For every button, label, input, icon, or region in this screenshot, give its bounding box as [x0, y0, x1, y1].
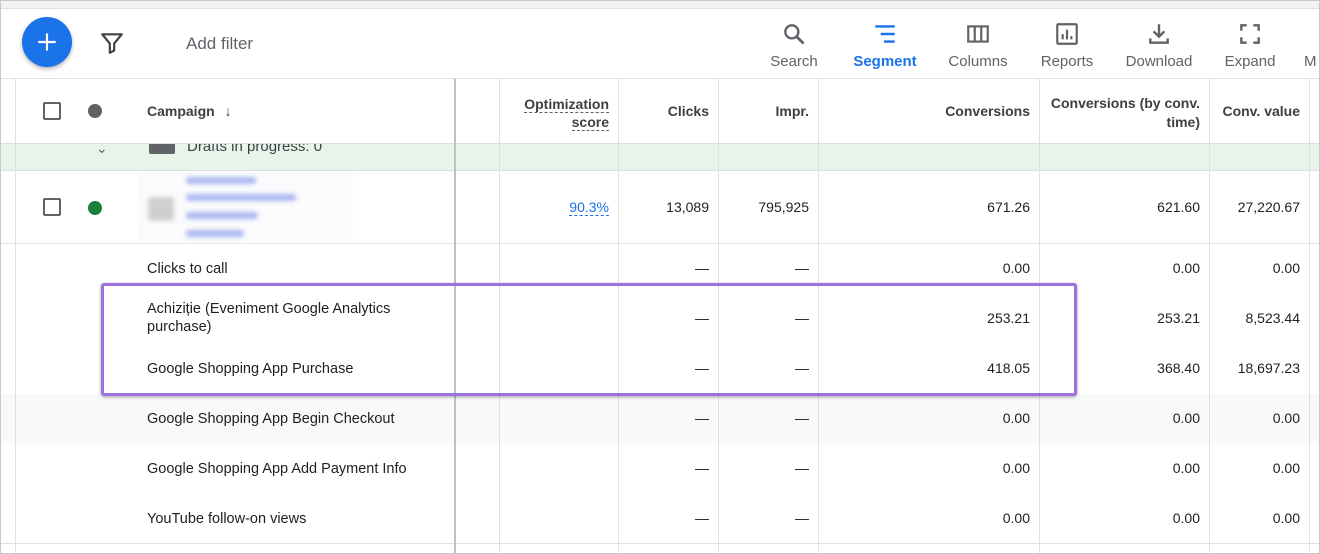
reports-tool-label: Reports — [1040, 53, 1094, 70]
segment-clicks: — — [695, 260, 709, 276]
reports-tool[interactable]: Reports — [1022, 17, 1112, 77]
status-enabled-dot — [88, 201, 102, 215]
segment-conv-by-time: 0.00 — [1172, 410, 1200, 426]
segment-tool-label: Segment — [853, 53, 917, 70]
segment-clicks: — — [695, 510, 709, 526]
segment-name: Google Shopping App Begin Checkout — [147, 411, 395, 427]
campaign-thumbnail — [148, 197, 174, 221]
segment-conv-value: 0.00 — [1272, 260, 1300, 276]
campaign-header-label: Campaign — [147, 103, 215, 119]
table-row: Google Shopping App Begin Checkout — — 0… — [1, 394, 1319, 444]
expand-icon — [1240, 24, 1260, 44]
campaign-row-checkbox[interactable] — [43, 198, 61, 216]
segment-conversions: 0.00 — [1002, 410, 1030, 426]
highlight-box — [101, 283, 1077, 396]
campaign-conv-by-time: 621.60 — [1157, 199, 1200, 215]
conversions-header[interactable]: Conversions — [945, 103, 1030, 119]
segment-conv-by-time: 0.00 — [1172, 260, 1200, 276]
drafts-label: Drafts in progress: 0 — [187, 144, 323, 155]
segment-impr: — — [795, 510, 809, 526]
search-tool-label: Search — [770, 53, 818, 70]
campaign-impr: 795,925 — [758, 199, 809, 215]
expand-tool[interactable]: Expand — [1205, 17, 1295, 77]
campaign-table-view: Add filter Search Segment Columns Report… — [0, 0, 1320, 554]
drafts-row[interactable]: ⌄ Drafts in progress: 0 — [1, 144, 1319, 171]
segment-impr: — — [795, 260, 809, 276]
table-row: YouTube follow-on views — — 0.00 0.00 0.… — [1, 494, 1319, 544]
segment-name: Google Shopping App Add Payment Info — [147, 461, 407, 477]
segment-conv-by-time: 0.00 — [1172, 510, 1200, 526]
table-row: Google Shopping App Add Payment Info — —… — [1, 444, 1319, 494]
select-all-checkbox[interactable] — [43, 102, 61, 120]
download-tool[interactable]: Download — [1114, 17, 1204, 77]
impr-header[interactable]: Impr. — [776, 103, 809, 119]
more-tool[interactable]: M — [1304, 17, 1319, 77]
download-icon — [1149, 24, 1169, 44]
columns-icon — [967, 25, 989, 43]
reports-icon — [1056, 23, 1078, 45]
segment-conv-value: 18,697.23 — [1237, 360, 1300, 376]
expand-tool-label: Expand — [1224, 53, 1276, 70]
columns-tool-label: Columns — [948, 53, 1008, 70]
opt-score-header-line1: Optimization — [524, 96, 609, 113]
segment-conv-by-time: 253.21 — [1157, 310, 1200, 326]
status-header-dot — [88, 104, 102, 118]
opt-score-link[interactable]: 90.3% — [569, 199, 609, 216]
redacted-campaign-name[interactable] — [138, 173, 353, 243]
conv-by-time-header-line1: Conversions (by conv. — [1050, 95, 1200, 111]
more-tool-label: M — [1304, 53, 1317, 70]
opt-score-header[interactable]: Optimization score — [524, 95, 609, 131]
arrow-down-icon: ↓ — [224, 103, 232, 119]
toolbar: Add filter Search Segment Columns Report… — [1, 9, 1319, 79]
segment-conv-value: 8,523.44 — [1245, 310, 1301, 326]
blurred-text — [186, 212, 258, 219]
column-divider — [1309, 79, 1310, 553]
segment-icon — [875, 25, 895, 43]
segment-conv-by-time: 368.40 — [1157, 360, 1200, 376]
download-tool-label: Download — [1125, 53, 1193, 70]
campaign-conversions: 671.26 — [987, 199, 1030, 215]
filter-icon[interactable] — [99, 30, 125, 56]
segment-name: Clicks to call — [147, 261, 228, 277]
column-divider — [15, 79, 16, 553]
segment-conv-value: 0.00 — [1272, 460, 1300, 476]
search-icon — [784, 24, 805, 45]
segment-conv-value: 0.00 — [1272, 510, 1300, 526]
segment-name: YouTube follow-on views — [147, 511, 307, 527]
search-tool[interactable]: Search — [749, 17, 839, 77]
create-button[interactable] — [22, 17, 72, 67]
conv-by-time-header-line2: time) — [1166, 114, 1200, 130]
segment-conv-by-time: 0.00 — [1172, 460, 1200, 476]
top-strip — [1, 1, 1319, 9]
column-divider — [1209, 79, 1210, 553]
blurred-text — [186, 230, 244, 237]
segment-impr: — — [795, 460, 809, 476]
segment-clicks: — — [695, 410, 709, 426]
segment-tool[interactable]: Segment — [840, 17, 930, 77]
campaign-conv-value: 27,220.67 — [1237, 199, 1300, 215]
chevron-down-icon: ⌄ — [96, 144, 108, 156]
campaign-clicks: 13,089 — [666, 199, 709, 215]
segment-conversions: 0.00 — [1002, 460, 1030, 476]
plus-icon — [38, 33, 56, 51]
blurred-text — [186, 194, 296, 201]
segment-conversions: 0.00 — [1002, 510, 1030, 526]
columns-tool[interactable]: Columns — [933, 17, 1023, 77]
segment-conv-value: 0.00 — [1272, 410, 1300, 426]
segment-impr: — — [795, 410, 809, 426]
drafts-icon — [149, 144, 175, 154]
opt-score-header-line2: score — [571, 114, 609, 131]
campaign-header[interactable]: Campaign ↓ — [147, 103, 232, 119]
blurred-text — [186, 177, 256, 184]
segment-clicks: — — [695, 460, 709, 476]
add-filter-input[interactable]: Add filter — [186, 34, 253, 54]
conv-value-header[interactable]: Conv. value — [1222, 103, 1300, 119]
table-header: Campaign ↓ Optimization score Clicks Imp… — [1, 79, 1319, 144]
segment-conversions: 0.00 — [1002, 260, 1030, 276]
opt-score-value[interactable]: 90.3% — [569, 199, 609, 216]
conv-by-time-header[interactable]: Conversions (by conv. time) — [1051, 94, 1200, 132]
clicks-header[interactable]: Clicks — [668, 103, 709, 119]
